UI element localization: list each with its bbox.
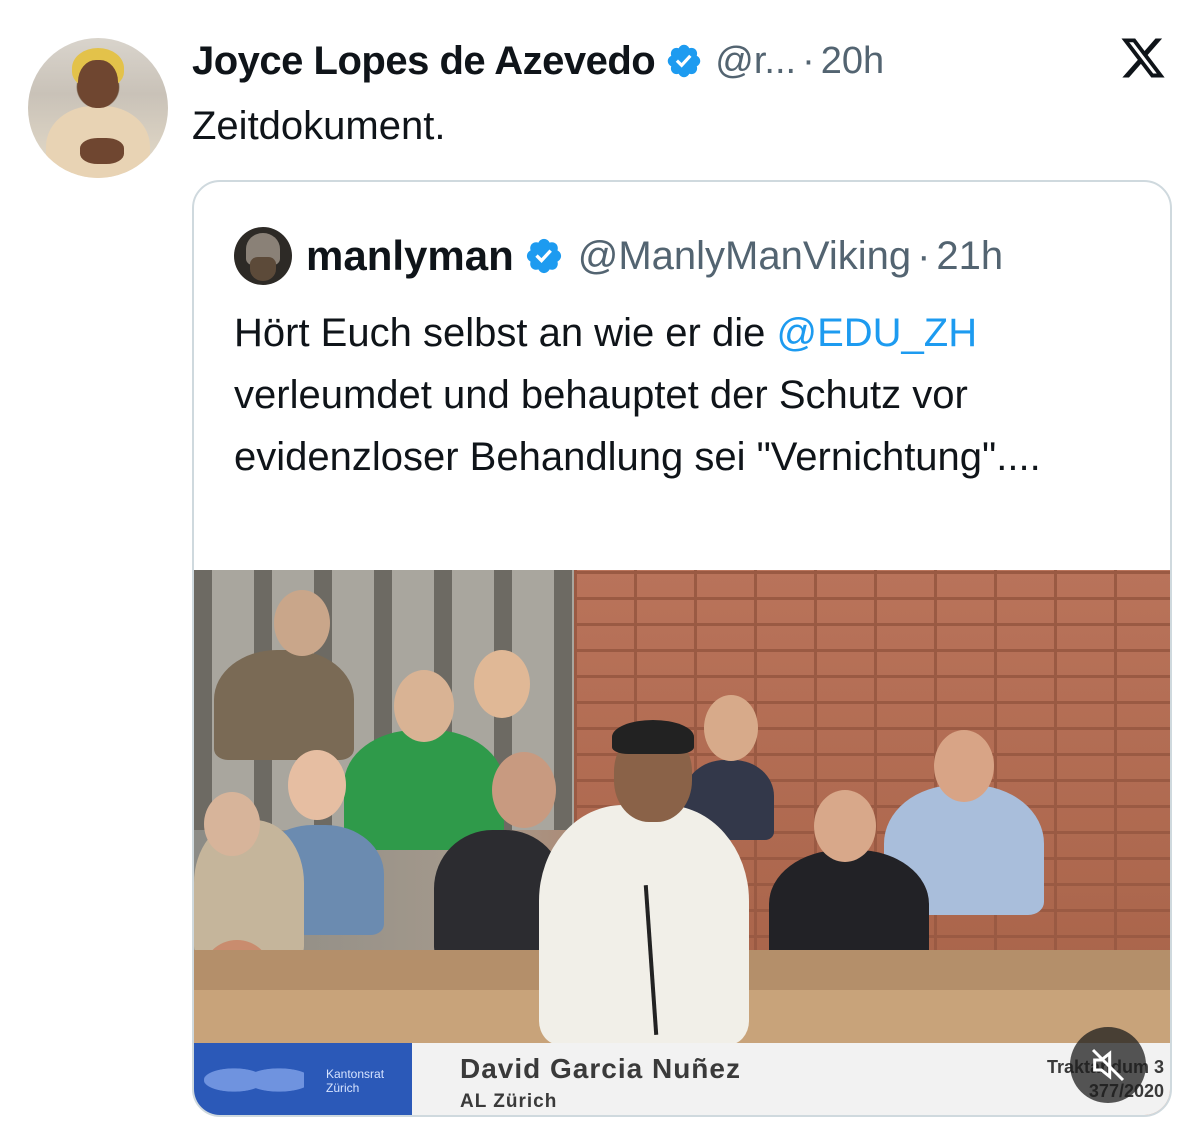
quoted-author-avatar[interactable] xyxy=(234,227,292,285)
audience-head xyxy=(204,792,260,856)
audience-head xyxy=(274,590,330,656)
audience-head xyxy=(704,695,758,761)
mention-link[interactable]: @EDU_ZH xyxy=(776,311,977,355)
quoted-tweet-time[interactable]: 21h xyxy=(936,234,1003,279)
mute-button[interactable] xyxy=(1070,1027,1146,1103)
speaker-name: David Garcia Nuñez xyxy=(460,1053,741,1084)
quoted-tweet[interactable]: manlyman @ManlyManViking · 21h Hört Euch… xyxy=(192,180,1172,1117)
speaker-body xyxy=(539,805,749,1045)
video-player[interactable]: Kantonsrat Zürich David Garcia Nuñez AL … xyxy=(194,570,1170,1115)
author-name[interactable]: Joyce Lopes de Azevedo xyxy=(192,39,656,84)
quoted-tweet-header: manlyman @ManlyManViking · 21h xyxy=(234,226,1003,286)
x-logo-icon xyxy=(1121,38,1165,78)
quoted-author-handle[interactable]: @ManlyManViking xyxy=(578,234,911,279)
speaker-party-city: AL Zürich xyxy=(460,1091,558,1112)
video-lower-third: Kantonsrat Zürich David Garcia Nuñez AL … xyxy=(194,1043,1170,1115)
coat-of-arms-icon xyxy=(204,1053,304,1107)
author-avatar[interactable] xyxy=(28,38,168,178)
tweet-text: Zeitdokument. xyxy=(192,104,446,148)
audience-head xyxy=(492,752,556,828)
author-handle[interactable]: @r... xyxy=(715,40,796,83)
audience-head xyxy=(394,670,454,742)
quoted-text-part2: verleumdet und behauptet der Schutz vor … xyxy=(234,373,1041,479)
quoted-author-name[interactable]: manlyman xyxy=(306,232,514,280)
speaker-muted-icon xyxy=(1091,1048,1125,1082)
verified-badge-icon xyxy=(668,44,701,78)
audience-head xyxy=(474,650,530,718)
audience-head xyxy=(814,790,876,862)
separator-dot: · xyxy=(917,233,931,278)
verified-badge-icon xyxy=(526,238,561,274)
tweet-time[interactable]: 20h xyxy=(821,40,884,83)
quoted-text-part1: Hört Euch selbst an wie er die xyxy=(234,311,777,355)
tweet-header: Joyce Lopes de Azevedo @r... · 20h xyxy=(192,36,1160,86)
quoted-tweet-text: Hört Euch selbst an wie er die @EDU_ZH v… xyxy=(234,302,1144,488)
separator-dot: · xyxy=(802,39,815,82)
speaker-hair xyxy=(612,720,694,754)
audience-head xyxy=(288,750,346,820)
logo-text: Kantonsrat Zürich xyxy=(326,1067,385,1095)
audience-person xyxy=(214,650,354,760)
kantonsrat-logo: Kantonsrat Zürich xyxy=(194,1043,412,1115)
audience-head xyxy=(934,730,994,802)
